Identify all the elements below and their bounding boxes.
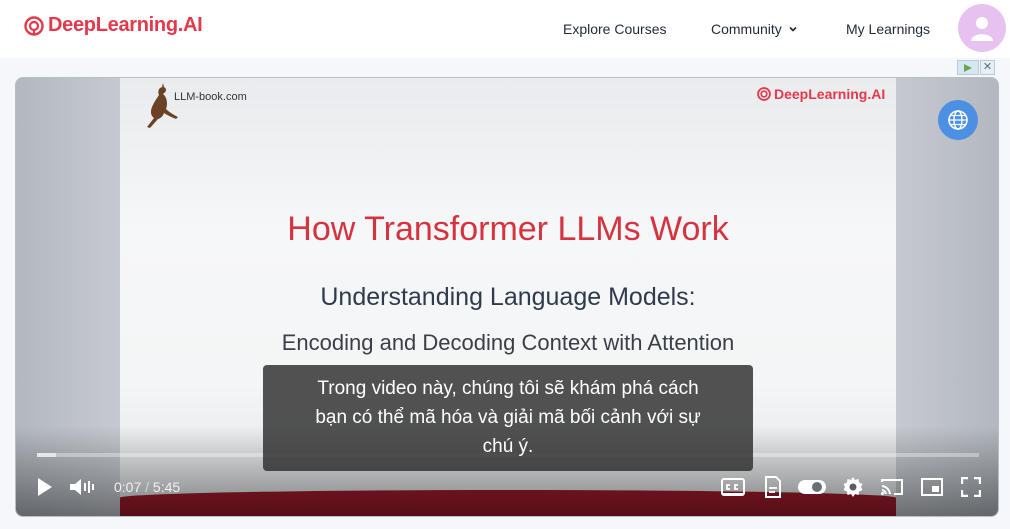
- video-player[interactable]: LLM-book.com DeepLearning.AI How Transfo…: [15, 77, 999, 517]
- globe-icon: [948, 110, 968, 130]
- chevron-down-icon: [789, 26, 797, 32]
- current-time: 0:07: [114, 479, 142, 495]
- deeplearning-logo-icon: [24, 15, 44, 36]
- transcript-button[interactable]: [760, 474, 786, 500]
- nav-my-learnings-label: My Learnings: [846, 21, 931, 37]
- miniplayer-button[interactable]: [918, 474, 946, 500]
- caption-line: Trong video này, chúng tôi sẽ khám phá c…: [317, 378, 699, 399]
- play-icon: [38, 478, 52, 496]
- slide-brand-name: DeepLearning.AI: [774, 86, 886, 102]
- language-button[interactable]: [938, 100, 978, 140]
- time-display: 0:07 / 5:45: [114, 479, 180, 495]
- caption-line: bạn có thể mã hóa và giải mã bối cảnh vớ…: [315, 407, 701, 428]
- captions-icon: [721, 478, 745, 496]
- deeplearning-logo-icon: [757, 87, 771, 101]
- miniplayer-icon: [921, 478, 943, 496]
- volume-button[interactable]: [68, 474, 98, 500]
- llm-book-watermark: LLM-book.com: [174, 91, 247, 103]
- user-avatar-icon: [971, 17, 993, 41]
- fullscreen-icon: [961, 477, 981, 497]
- nav-explore-courses-label: Explore Courses: [563, 21, 667, 37]
- time-separator: /: [145, 479, 150, 495]
- ad-info-icon: [957, 60, 979, 75]
- ad-close-icon[interactable]: ✕: [980, 60, 995, 75]
- autoplay-toggle-icon: [798, 480, 826, 494]
- slide-brand-logo: DeepLearning.AI: [757, 86, 885, 102]
- cast-icon: [881, 479, 903, 495]
- gear-icon: [843, 477, 863, 497]
- brand-name: DeepLearning.AI: [48, 14, 203, 36]
- nav-explore-courses[interactable]: Explore Courses: [563, 0, 667, 58]
- slide-title: How Transformer LLMs Work: [287, 210, 729, 248]
- brand-logo[interactable]: DeepLearning.AI: [24, 14, 203, 37]
- progress-bar-fill: [37, 453, 56, 457]
- settings-button[interactable]: [840, 474, 866, 500]
- user-avatar[interactable]: [958, 4, 1006, 52]
- video-caption: Trong video này, chúng tôi sẽ khám phá c…: [263, 365, 753, 471]
- fullscreen-button[interactable]: [958, 474, 984, 500]
- captions-button[interactable]: [720, 474, 746, 500]
- top-navbar: DeepLearning.AI Explore Courses Communit…: [0, 0, 1010, 58]
- nav-community-label: Community: [711, 21, 782, 37]
- cast-button[interactable]: [878, 474, 906, 500]
- transcript-icon: [765, 476, 781, 498]
- volume-icon: [70, 479, 94, 495]
- autoplay-toggle[interactable]: [796, 474, 828, 500]
- play-button[interactable]: [33, 474, 57, 500]
- kangaroo-logo-icon: [147, 83, 178, 128]
- duration: 5:45: [152, 479, 181, 495]
- nav-my-learnings[interactable]: My Learnings: [846, 0, 930, 58]
- ad-badge[interactable]: ✕: [957, 60, 997, 76]
- caption-line: chú ý.: [482, 436, 534, 457]
- slide-subtitle-2: Encoding and Decoding Context with Atten…: [281, 330, 735, 355]
- slide-subtitle: Understanding Language Models:: [320, 283, 696, 311]
- nav-community[interactable]: Community: [711, 0, 798, 58]
